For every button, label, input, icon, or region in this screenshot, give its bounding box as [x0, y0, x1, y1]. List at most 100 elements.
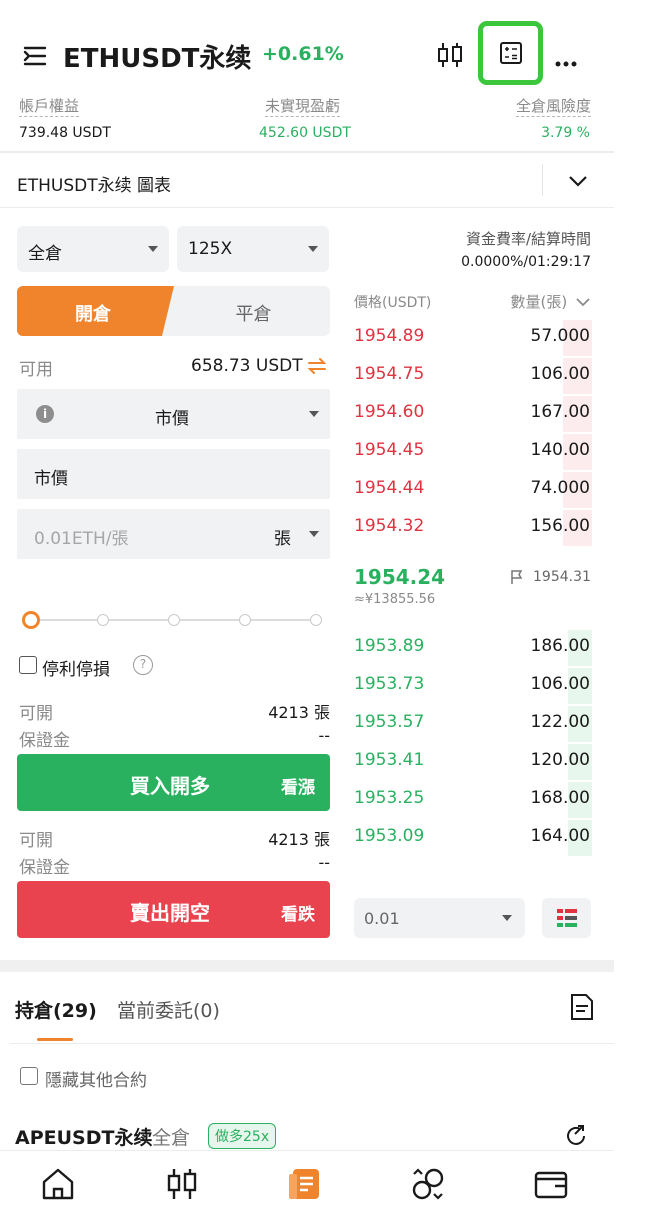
divider [0, 207, 614, 208]
caret-down-icon [309, 411, 319, 417]
sell-sub: 看跌 [281, 905, 315, 925]
section-separator [0, 960, 614, 972]
funding-label: 資金費率/結算時間 [465, 230, 591, 248]
long-margin-value: -- [318, 726, 330, 745]
available-value: 658.73 USDT [191, 356, 303, 376]
tab-positions-underline [37, 1038, 73, 1041]
tab-open[interactable]: 開倉 [17, 286, 169, 336]
row-price: 1953.89 [354, 636, 425, 656]
caret-down-icon [502, 915, 512, 921]
chevron-down-icon[interactable] [568, 173, 588, 187]
divider [10, 1043, 614, 1044]
ask-row[interactable]: 1954.32 156.00 [354, 508, 592, 546]
qty-header[interactable]: 數量(張) [511, 291, 591, 312]
price-field[interactable]: 市價 [17, 449, 330, 499]
chart-toggle[interactable]: ETHUSDT永续 圖表 [0, 153, 614, 207]
tpsl-label[interactable]: 停利停損 [42, 655, 110, 680]
equity-label[interactable]: 帳戶權益 [19, 95, 80, 117]
divider [542, 164, 543, 196]
row-price: 1953.57 [354, 712, 425, 732]
bid-row[interactable]: 1953.73 106.00 [354, 666, 592, 704]
trade-icon[interactable] [287, 1166, 323, 1202]
calculator-button[interactable] [478, 21, 543, 85]
info-icon[interactable]: i [36, 405, 54, 423]
home-icon[interactable] [40, 1166, 76, 1202]
page-title[interactable]: ETHUSDT永续 [63, 38, 251, 75]
price-change: +0.61% [262, 43, 344, 65]
slider-step[interactable] [310, 614, 322, 626]
leverage-select[interactable]: 125X [177, 226, 329, 272]
tab-open-label: 開倉 [75, 304, 111, 325]
swap-icon[interactable] [410, 1166, 446, 1202]
ask-row[interactable]: 1954.89 57.000 [354, 318, 592, 356]
order-type-value: 市價 [155, 409, 189, 429]
menu-icon[interactable] [22, 44, 48, 68]
long-open-value: 4213 張 [268, 703, 330, 722]
bid-row[interactable]: 1953.09 164.00 [354, 818, 592, 856]
row-qty: 106.00 [530, 674, 590, 694]
row-price: 1953.09 [354, 826, 425, 846]
slider-step[interactable] [97, 614, 109, 626]
buy-long-button[interactable]: 買入開多 看漲 [17, 754, 330, 811]
candlestick-icon[interactable] [436, 40, 464, 70]
ask-row[interactable]: 1954.75 106.00 [354, 356, 592, 394]
tab-positions[interactable]: 持倉(29) [15, 996, 97, 1023]
amount-placeholder: 0.01ETH/張 [34, 529, 129, 549]
chart-toggle-label: ETHUSDT永续 圖表 [17, 176, 172, 196]
row-price: 1954.60 [354, 402, 425, 422]
price-header: 價格(USDT) [354, 295, 432, 311]
row-qty: 156.00 [530, 516, 590, 536]
ask-row[interactable]: 1954.60 167.00 [354, 394, 592, 432]
row-price: 1954.44 [354, 478, 425, 498]
position-symbol: APEUSDT永续 [15, 1127, 153, 1149]
short-margin-label: 保證金 [19, 858, 70, 878]
order-type-select[interactable]: i 市價 [17, 389, 330, 439]
bid-row[interactable]: 1953.57 122.00 [354, 704, 592, 742]
available-label: 可用 [19, 360, 53, 380]
risk-label[interactable]: 全倉風險度 [515, 95, 591, 117]
bid-row[interactable]: 1953.89 186.00 [354, 628, 592, 666]
short-margin-value: -- [318, 853, 330, 872]
hide-others-checkbox[interactable] [20, 1067, 38, 1085]
document-icon[interactable] [570, 993, 594, 1021]
more-icon[interactable] [555, 52, 577, 67]
row-price: 1954.45 [354, 440, 425, 460]
hide-others-label[interactable]: 隱藏其他合約 [45, 1066, 147, 1091]
amount-unit[interactable]: 張 [274, 524, 291, 549]
unrealized-label[interactable]: 未實現盈虧 [265, 95, 341, 117]
ask-row[interactable]: 1954.44 74.000 [354, 470, 592, 508]
margin-mode-select[interactable]: 全倉 [17, 226, 169, 272]
row-qty: 122.00 [530, 712, 590, 732]
buy-label: 買入開多 [130, 774, 210, 798]
row-price: 1953.25 [354, 788, 425, 808]
bid-row[interactable]: 1953.25 168.00 [354, 780, 592, 818]
row-price: 1953.73 [354, 674, 425, 694]
tab-orders[interactable]: 當前委託(0) [117, 996, 220, 1023]
row-qty: 140.00 [530, 440, 590, 460]
slider-handle[interactable] [22, 611, 40, 629]
funding-value: 0.0000%/01:29:17 [461, 254, 591, 270]
transfer-icon[interactable] [307, 357, 327, 375]
tpsl-checkbox[interactable] [19, 656, 37, 674]
tab-close[interactable]: 平倉 [177, 286, 330, 336]
short-open-label: 可開 [19, 831, 53, 851]
layout-icon [557, 909, 577, 927]
sell-short-button[interactable]: 賣出開空 看跌 [17, 881, 330, 938]
calculator-icon [500, 42, 522, 64]
qty-header-label: 數量(張) [510, 293, 568, 311]
orderbook-layout-button[interactable] [542, 898, 591, 938]
help-icon[interactable]: ? [133, 655, 153, 675]
bid-row[interactable]: 1953.41 120.00 [354, 742, 592, 780]
mark-price: 1954.31 [533, 569, 591, 585]
slider-step[interactable] [168, 614, 180, 626]
share-icon[interactable] [563, 1123, 589, 1149]
precision-value: 0.01 [364, 909, 400, 928]
wallet-icon[interactable] [533, 1166, 569, 1202]
slider-step[interactable] [239, 614, 251, 626]
amount-input[interactable]: 0.01ETH/張 張 [17, 509, 330, 559]
last-price[interactable]: 1954.24 [354, 565, 445, 589]
caret-down-icon [308, 246, 318, 252]
market-icon[interactable] [164, 1166, 200, 1202]
precision-select[interactable]: 0.01 [354, 898, 525, 938]
ask-row[interactable]: 1954.45 140.00 [354, 432, 592, 470]
